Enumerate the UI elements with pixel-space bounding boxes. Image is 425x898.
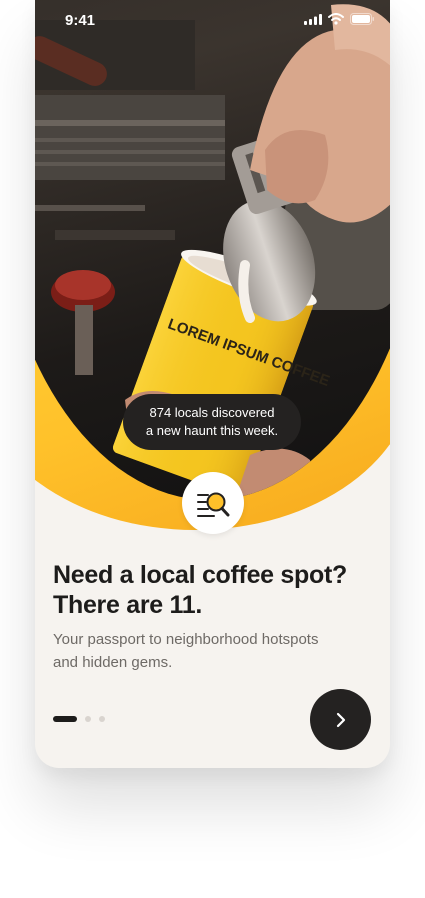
- page-indicator: [53, 716, 105, 722]
- toast-line-2: a new haunt this week.: [145, 423, 279, 438]
- list-search-icon: [197, 492, 230, 517]
- feature-badge: [182, 472, 244, 534]
- chevron-right-icon: [336, 712, 345, 727]
- status-bar: 9:41: [35, 0, 390, 40]
- toast-line-1: 874 locals discovered: [149, 405, 275, 420]
- page-dot-3[interactable]: [99, 716, 105, 722]
- subhead-line-2: and hidden gems.: [53, 654, 173, 671]
- page-headline: Need a local coffee spot? There are 11.: [53, 560, 373, 620]
- page-dot-1[interactable]: [53, 716, 77, 722]
- next-button[interactable]: [310, 689, 371, 750]
- wifi-icon: [328, 13, 344, 25]
- headline-line-1: Need a local coffee spot?: [53, 561, 347, 589]
- signal-icon: [304, 13, 322, 25]
- status-time: 9:41: [65, 12, 96, 29]
- headline-line-2: There are 11.: [53, 591, 202, 619]
- onboarding-screen: LOREM IPSUM COFFEE 9:41 874 locals disco…: [35, 0, 390, 768]
- battery-icon: [350, 13, 374, 25]
- discovery-toast: 874 locals discovered a new haunt this w…: [123, 394, 301, 450]
- page-subhead: Your passport to neighborhood hotspots a…: [53, 628, 353, 674]
- page-dot-2[interactable]: [85, 716, 91, 722]
- subhead-line-1: Your passport to neighborhood hotspots: [53, 631, 319, 648]
